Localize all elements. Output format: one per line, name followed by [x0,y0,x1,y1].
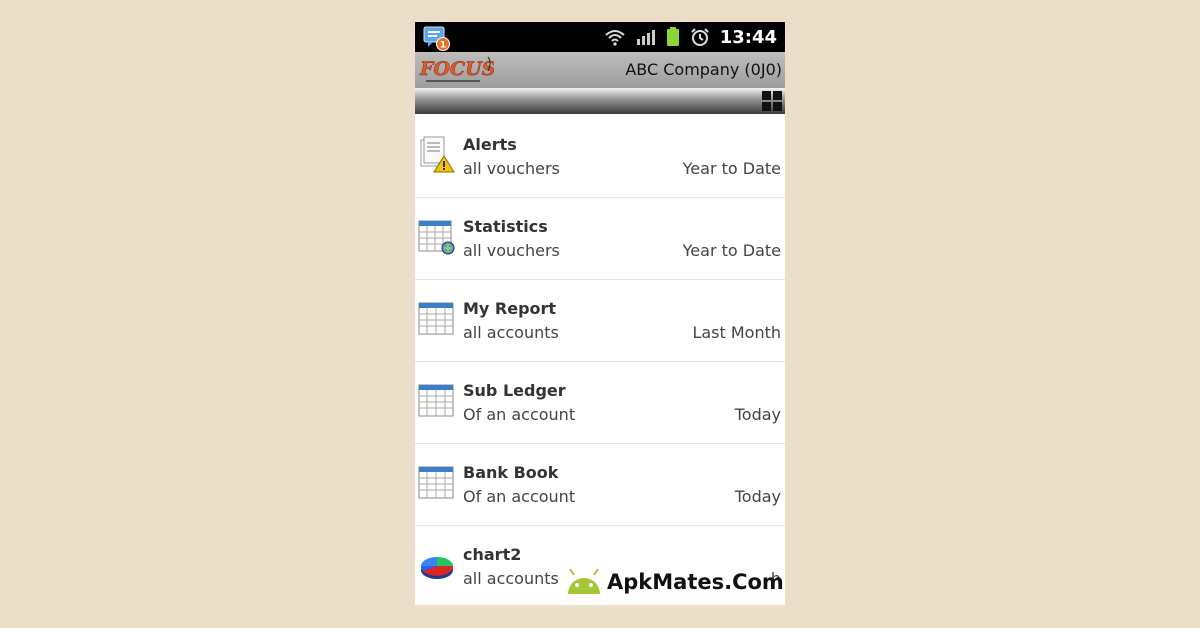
report-subtitle: all accounts [463,569,559,588]
report-item-statistics[interactable]: Statistics all vouchers Year to Date [415,198,785,280]
table-icon [418,384,454,417]
report-title: chart2 [463,545,522,564]
report-title: Bank Book [463,463,559,482]
battery-icon [666,27,679,46]
table-icon [418,302,454,335]
report-period: Today [734,405,781,424]
report-period: Year to Date [682,241,781,260]
report-item-alerts[interactable]: Alerts all vouchers Year to Date [415,116,785,198]
watermark: ApkMates.Com [565,566,784,598]
report-title: Sub Ledger [463,381,566,400]
table-icon [418,466,454,499]
pie-chart-icon [420,557,454,579]
alarm-icon [690,28,709,46]
report-period: Last Month [692,323,781,342]
watermark-text: ApkMates.Com [607,570,784,594]
report-subtitle: Of an account [463,405,576,424]
message-notification-icon[interactable]: 1 [423,25,451,51]
alerts-icon [420,136,455,173]
android-icon [568,569,600,594]
signal-icon [636,30,655,45]
wifi-icon [605,30,625,46]
report-item-sub-ledger[interactable]: Sub Ledger Of an account Today [415,362,785,444]
report-subtitle: Of an account [463,487,576,506]
report-list: Alerts all vouchers Year to Date Statist… [415,116,785,605]
statistics-icon [418,220,455,255]
report-subtitle: all accounts [463,323,559,342]
report-period: Year to Date [682,159,781,178]
report-period: Today [734,487,781,506]
grid-view-icon[interactable] [762,91,782,111]
report-title: Alerts [463,135,517,154]
app-bar: FOCUS ABC Company (0J0) [415,52,785,88]
status-icons: 13:44 [604,22,777,52]
company-name[interactable]: ABC Company (0J0) [625,52,782,88]
notification-count: 1 [440,41,446,51]
status-bar: 1 13:44 [415,22,785,52]
svg-text:FOCUS: FOCUS [419,58,494,80]
report-item-my-report[interactable]: My Report all accounts Last Month [415,280,785,362]
phone-screen: 1 13:44 FOCUS ABC Company (0J0) Alerts a… [415,22,785,605]
clock: 13:44 [719,26,777,48]
report-title: Statistics [463,217,548,236]
report-subtitle: all vouchers [463,241,560,260]
report-title: My Report [463,299,557,318]
report-subtitle: all vouchers [463,159,560,178]
toolbar [415,88,785,114]
report-item-bank-book[interactable]: Bank Book Of an account Today [415,444,785,526]
focus-logo: FOCUS [419,56,494,82]
